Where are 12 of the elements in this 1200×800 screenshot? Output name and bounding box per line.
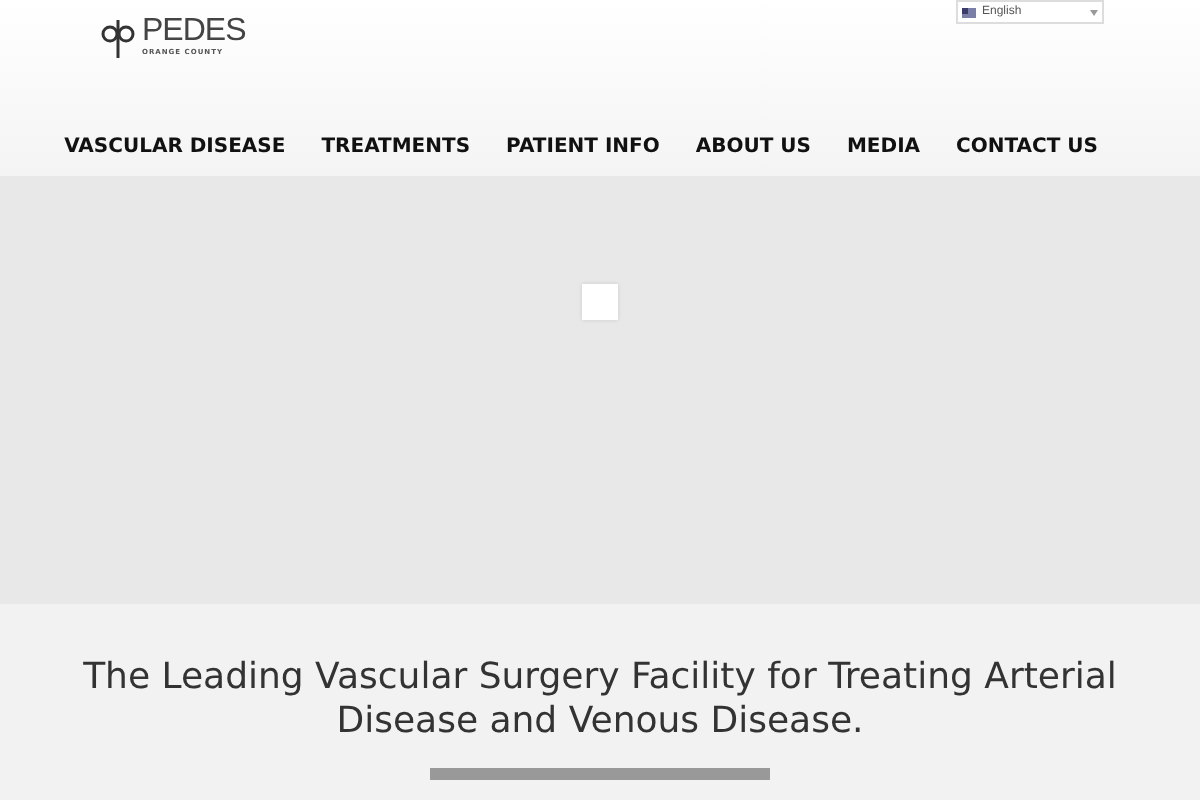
nav-link[interactable]: MEDIA (846, 136, 921, 158)
nav-link[interactable]: PATIENT INFO (506, 136, 660, 158)
logo-name: PEDES (142, 16, 246, 48)
flag-icon (962, 7, 976, 17)
headline: The Leading Vascular Surgery Facility for Treating Arterial Disease and Venous Disease. (81, 656, 1119, 744)
button-background[interactable] (430, 768, 770, 780)
nav-link[interactable]: CONTACT US (956, 136, 1098, 158)
nav-link[interactable]: TREATMENTS (321, 136, 471, 158)
nav-link[interactable]: VASCULAR DISEASE (64, 136, 286, 158)
nav-link[interactable]: ABOUT US (695, 136, 811, 158)
caret-icon (1090, 9, 1098, 15)
caduceus-icon (100, 17, 136, 57)
